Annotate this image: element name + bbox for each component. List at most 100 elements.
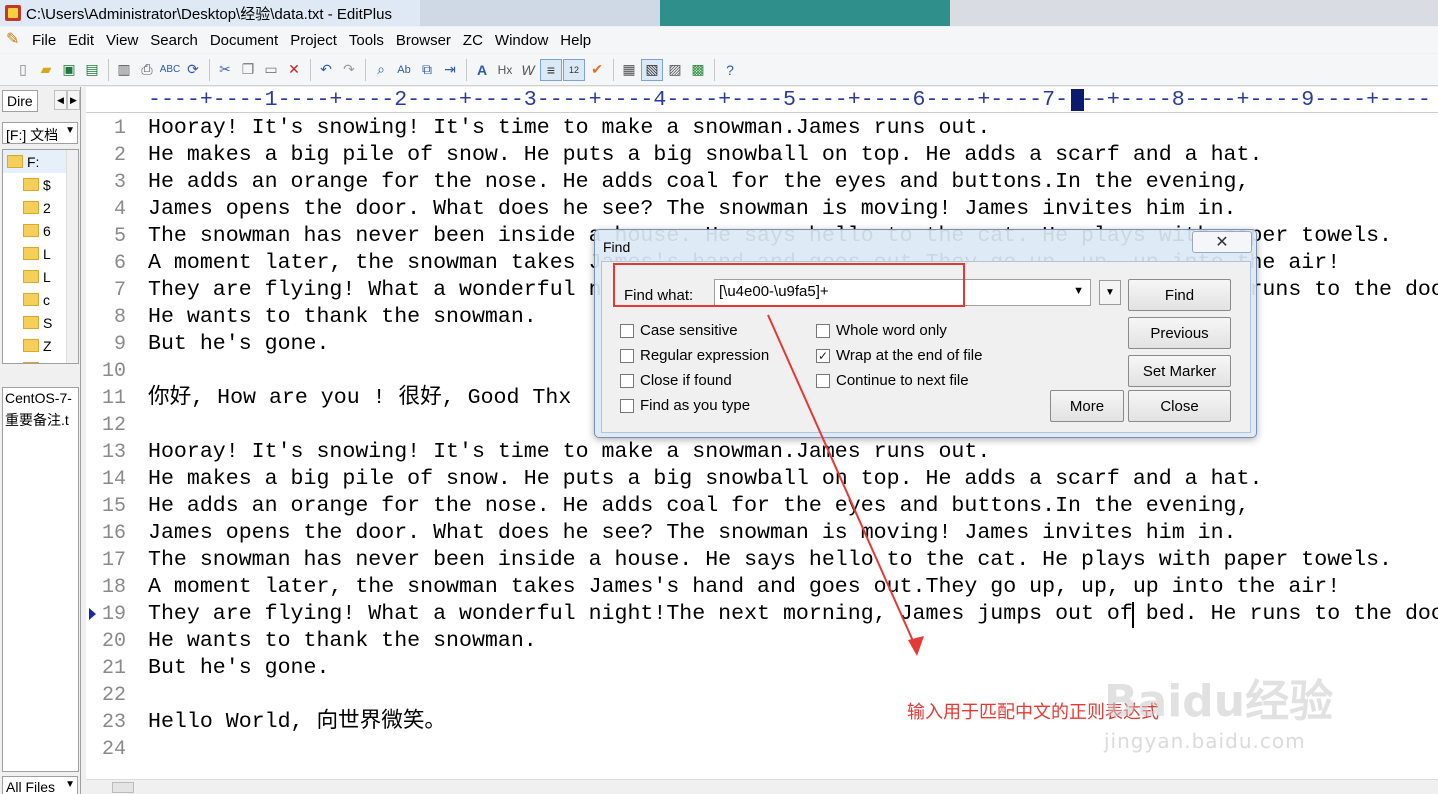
hex-icon[interactable]: Hx (494, 59, 516, 81)
menu-file[interactable]: File (32, 32, 56, 49)
code-line[interactable]: They are flying! What a wonderful night!… (148, 601, 1438, 628)
line-number: 1 (113, 117, 126, 140)
find-button[interactable]: Find (1128, 279, 1231, 311)
close-icon[interactable]: ✕ (1192, 231, 1252, 253)
code-line[interactable]: He wants to thank the snowman. (148, 628, 537, 655)
line-number: 22 (101, 684, 126, 707)
menu-zc[interactable]: ZC (463, 32, 483, 49)
menu-help[interactable]: Help (560, 32, 591, 49)
menu-browser[interactable]: Browser (396, 32, 451, 49)
close-if-found-checkbox[interactable]: Close if found (620, 372, 732, 389)
file-filter-select[interactable]: All Files ▼ (2, 776, 78, 794)
help-icon[interactable]: ? (719, 59, 741, 81)
code-line[interactable]: Hooray! It's snowing! It's time to make … (148, 115, 990, 142)
new-file-icon[interactable]: ▯ (12, 59, 34, 81)
find-in-files-icon[interactable]: ⧉ (416, 59, 438, 81)
code-line[interactable]: 你好, How are you ! 很好, Good Thx (148, 385, 571, 412)
file-item[interactable]: 重要备注.t (3, 408, 78, 432)
window-title: C:\Users\Administrator\Desktop\经验\data.t… (26, 5, 392, 23)
find-icon[interactable]: ⌕ (370, 59, 392, 81)
menu-edit[interactable]: Edit (68, 32, 94, 49)
file-item[interactable]: CentOS-7- (3, 388, 78, 408)
directory-icon[interactable]: ▧ (641, 58, 663, 81)
code-line[interactable]: James opens the door. What does he see? … (148, 196, 1237, 223)
copy-icon[interactable]: ❐ (237, 59, 259, 81)
code-line[interactable]: He adds an orange for the nose. He adds … (148, 493, 1249, 520)
line-number-gutter: 1 2 3 4 5 6 7 8 9 10 11 12 13 14 15 16 17 18 19 20 21 22 23 24 (86, 115, 140, 794)
code-line[interactable]: He makes a big pile of snow. He puts a b… (148, 466, 1262, 493)
save-all-icon[interactable]: ▤ (81, 59, 103, 81)
delete-icon[interactable]: ✕ (283, 59, 305, 81)
toolbar-separator (466, 58, 467, 81)
find-as-you-type-checkbox[interactable]: Find as you type (620, 397, 750, 414)
scrollbar-thumb[interactable] (112, 782, 134, 793)
code-line[interactable]: A moment later, the snowman takes James'… (148, 574, 1340, 601)
code-line[interactable]: He wants to thank the snowman. (148, 304, 537, 331)
directory-tab[interactable]: Dire (2, 90, 38, 112)
folder-tree[interactable]: F: $ 2 6 L L c S Z A (2, 149, 79, 364)
print-preview-icon[interactable]: ▥ (113, 59, 135, 81)
editor-area[interactable]: ----+----1----+----2----+----3----+----4… (86, 87, 1438, 794)
word-wrap-icon[interactable]: W (517, 59, 539, 81)
ruler-icon[interactable]: 12 (563, 58, 585, 81)
tree-scrollbar[interactable] (66, 150, 78, 363)
code-line[interactable]: He makes a big pile of snow. He puts a b… (148, 142, 1262, 169)
whole-word-only-checkbox[interactable]: Whole word only (816, 322, 947, 339)
refresh-icon[interactable]: ⟳ (182, 59, 204, 81)
menu-tools[interactable]: Tools (349, 32, 384, 49)
regular-expression-checkbox[interactable]: Regular expression (620, 347, 769, 364)
open-folder-icon[interactable]: ▰ (35, 59, 57, 81)
cliptext-icon[interactable]: ▨ (664, 59, 686, 81)
chevron-down-icon: ▼ (65, 125, 75, 136)
spellcheck-icon[interactable]: ABC (159, 59, 181, 81)
output-icon[interactable]: ▩ (687, 59, 709, 81)
wrap-at-end-checkbox[interactable]: ✓ Wrap at the end of file (816, 347, 982, 364)
line-number: 20 (101, 630, 126, 653)
code-line[interactable]: He adds an orange for the nose. He adds … (148, 169, 1249, 196)
code-line[interactable]: Hooray! It's snowing! It's time to make … (148, 439, 990, 466)
checkbox-box (620, 348, 634, 363)
drive-select[interactable]: [F:] 文档 ▼ (2, 122, 78, 144)
cut-icon[interactable]: ✂ (214, 59, 236, 81)
case-sensitive-checkbox[interactable]: Case sensitive (620, 322, 738, 339)
close-button[interactable]: Close (1128, 390, 1231, 422)
code-line[interactable]: But he's gone. (148, 655, 329, 682)
horizontal-scrollbar[interactable] (86, 779, 1438, 794)
font-icon[interactable]: A (471, 59, 493, 81)
text-content[interactable]: Hooray! It's snowing! It's time to make … (148, 115, 1438, 794)
goto-icon[interactable]: ⇥ (439, 59, 461, 81)
check-icon[interactable]: ✔ (586, 59, 608, 81)
print-icon[interactable]: ⎙ (136, 59, 158, 81)
pencil-icon: ✎ (6, 31, 20, 48)
previous-button[interactable]: Previous (1128, 317, 1231, 349)
save-icon[interactable]: ▣ (58, 59, 80, 81)
annotation-caption: 输入用于匹配中文的正则表达式 (907, 702, 1159, 723)
replace-icon[interactable]: Ab (393, 59, 415, 81)
line-number-icon[interactable]: ≡ (540, 58, 562, 81)
paste-icon[interactable]: ▭ (260, 59, 282, 81)
menu-search[interactable]: Search (150, 32, 198, 49)
line-number: 18 (101, 576, 126, 599)
regex-helper-button[interactable]: ▼ (1099, 280, 1121, 305)
browser-icon[interactable]: ▦ (618, 59, 640, 81)
menu-document[interactable]: Document (210, 32, 278, 49)
folder-icon (23, 362, 39, 363)
undo-icon[interactable]: ↶ (315, 59, 337, 81)
left-arrow-icon[interactable]: ◀ (54, 90, 67, 110)
right-arrow-icon[interactable]: ▶ (67, 90, 80, 110)
file-list[interactable]: CentOS-7- 重要备注.t (2, 387, 79, 772)
menu-view[interactable]: View (106, 32, 138, 49)
set-marker-button[interactable]: Set Marker (1128, 355, 1231, 387)
redo-icon[interactable]: ↷ (338, 59, 360, 81)
menu-window[interactable]: Window (495, 32, 548, 49)
continue-to-next-file-checkbox[interactable]: Continue to next file (816, 372, 969, 389)
chevron-down-icon[interactable]: ▼ (1073, 285, 1084, 297)
toolbar-separator (613, 58, 614, 81)
code-line[interactable]: The snowman has never been inside a hous… (148, 547, 1392, 574)
more-button[interactable]: More (1050, 390, 1124, 422)
code-line[interactable]: But he's gone. (148, 331, 329, 358)
code-line[interactable]: James opens the door. What does he see? … (148, 520, 1237, 547)
code-line[interactable]: Hello World, 向世界微笑。 (148, 709, 446, 736)
checkbox-label: Wrap at the end of file (836, 347, 983, 364)
menu-project[interactable]: Project (290, 32, 337, 49)
